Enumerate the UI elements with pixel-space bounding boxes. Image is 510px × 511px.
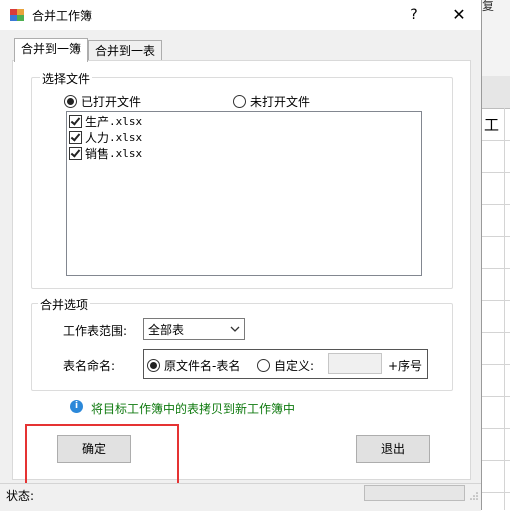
radio-dot [64, 95, 77, 108]
file-ext: .xlsx [109, 147, 143, 160]
file-name: 人力 [85, 131, 110, 145]
grid-line [480, 300, 510, 301]
file-checkbox[interactable] [69, 131, 82, 144]
merge-options-legend: 合并选项 [38, 296, 91, 313]
radio-dot [233, 95, 246, 108]
tab-merge-to-sheet[interactable]: 合并到一表 [88, 40, 163, 62]
sheet-range-value: 全部表 [148, 323, 185, 337]
list-item[interactable]: 销售 .xlsx [69, 145, 142, 162]
file-name: 销售 [85, 147, 110, 161]
close-button[interactable]: ✕ [448, 4, 470, 26]
radio-original-name-label: 原文件名-表名 [164, 359, 241, 373]
sheet-range-select[interactable]: 全部表 [143, 318, 245, 340]
radio-unopened-files-label: 未打开文件 [250, 95, 311, 109]
resize-grip-icon[interactable] [470, 492, 478, 500]
tab-panel: 选择文件 已打开文件 未打开文件 生产 .xlsx 人力 .xlsx 销售 .xlsx [12, 60, 471, 488]
title-bar[interactable]: 合并工作簿 ? ✕ [0, 0, 481, 30]
file-checkbox[interactable] [69, 147, 82, 160]
grid-line [480, 140, 510, 141]
radio-original-name[interactable]: 原文件名-表名 [147, 357, 240, 374]
info-icon: i [70, 400, 83, 413]
grid-line [480, 396, 510, 397]
column-header [480, 76, 510, 109]
grid-line [480, 428, 510, 429]
radio-opened-files[interactable]: 已打开文件 [64, 93, 141, 110]
radio-dot [257, 359, 270, 372]
status-label: 状态: [6, 489, 35, 503]
file-ext: .xlsx [109, 131, 143, 144]
grid-line [480, 492, 510, 493]
grid-line [480, 332, 510, 333]
grid-line [504, 108, 505, 510]
grid-line [480, 460, 510, 461]
file-checkbox[interactable] [69, 115, 82, 128]
ok-button[interactable]: 确定 [57, 435, 131, 463]
sequence-suffix-label: +序号 [388, 359, 423, 373]
status-bar: 状态: [0, 483, 481, 511]
progress-bar [364, 485, 465, 501]
merge-workbook-dialog: 合并工作簿 ? ✕ 合并到一簿 合并到一表 选择文件 已打开文件 未打开文件 生… [0, 0, 482, 511]
exit-button[interactable]: 退出 [356, 435, 430, 463]
list-item[interactable]: 人力 .xlsx [69, 129, 142, 146]
grid-line [480, 172, 510, 173]
sheet-cell-text: 工 [484, 116, 500, 134]
radio-opened-files-label: 已打开文件 [81, 95, 142, 109]
sheet-naming-label: 表名命名: [63, 359, 116, 373]
radio-custom-name-label: 自定义: [274, 359, 315, 373]
app-icon [10, 9, 24, 21]
sheet-range-label: 工作表范围: [63, 324, 128, 338]
chevron-down-icon [230, 326, 240, 332]
file-list[interactable]: 生产 .xlsx 人力 .xlsx 销售 .xlsx [66, 111, 422, 276]
tab-merge-to-workbook[interactable]: 合并到一簿 [14, 38, 89, 62]
grid-line [480, 236, 510, 237]
list-item[interactable]: 生产 .xlsx [69, 113, 142, 130]
grid-line [480, 204, 510, 205]
radio-custom-name[interactable]: 自定义: [257, 357, 314, 374]
window-title: 合并工作簿 [32, 9, 93, 23]
grid-line [480, 268, 510, 269]
help-button[interactable]: ? [403, 4, 425, 26]
select-files-legend: 选择文件 [40, 70, 93, 87]
radio-dot [147, 359, 160, 372]
grid-line [480, 364, 510, 365]
file-ext: .xlsx [109, 115, 143, 128]
ribbon-text: 复 [482, 0, 495, 13]
info-text: 将目标工作簿中的表拷贝到新工作簿中 [91, 402, 296, 416]
radio-unopened-files[interactable]: 未打开文件 [233, 93, 310, 110]
file-name: 生产 [85, 115, 110, 129]
custom-name-input[interactable] [328, 353, 382, 374]
